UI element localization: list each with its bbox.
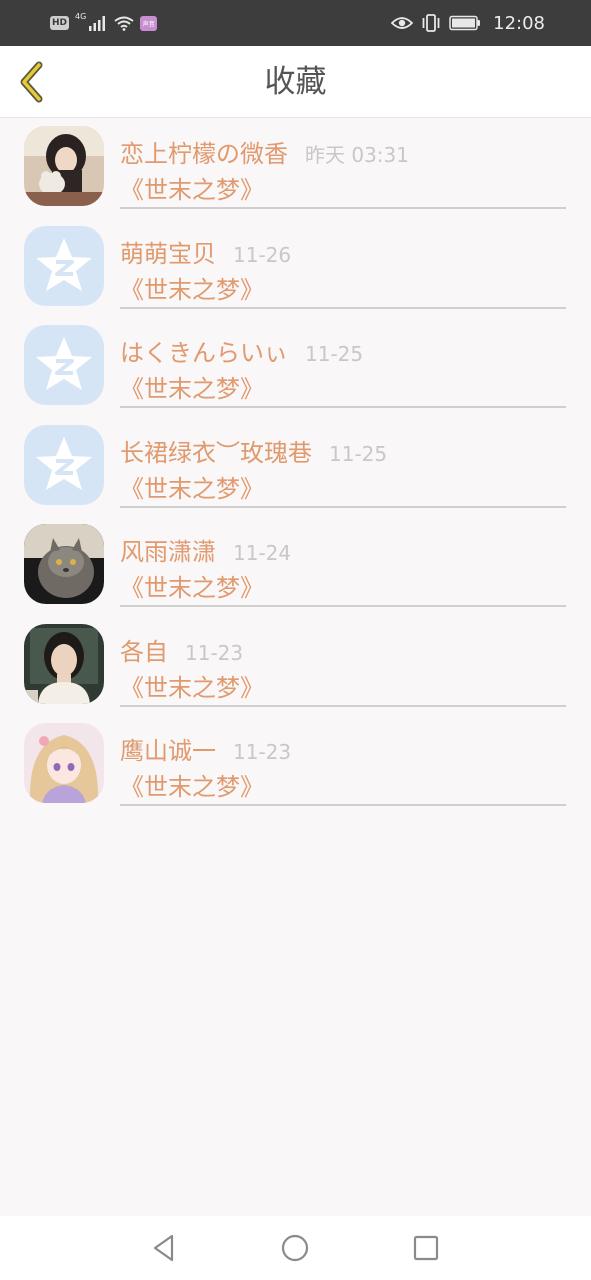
status-bar: HD 4G 声音 12:08 <box>0 0 591 46</box>
photo-girl-with-toy-avatar <box>24 126 104 206</box>
title-bar: 收藏 <box>0 46 591 118</box>
book-title[interactable]: 《世末之梦》 <box>120 668 264 703</box>
timestamp: 11-26 <box>233 242 292 267</box>
battery-icon <box>449 15 481 31</box>
system-nav-bar <box>0 1216 591 1280</box>
clock: 12:08 <box>493 12 545 34</box>
book-title[interactable]: 《世末之梦》 <box>120 469 264 504</box>
qq-default-avatar-icon <box>24 424 104 505</box>
name-row: はくきんらいぃ 11-25 <box>120 333 363 368</box>
book-title[interactable]: 《世末之梦》 <box>120 767 264 802</box>
book-title[interactable]: 《世末之梦》 <box>120 568 264 603</box>
status-right: 12:08 <box>391 13 545 34</box>
list-item[interactable]: 各自 11-23 《世末之梦》 <box>0 616 591 716</box>
avatar[interactable] <box>24 225 104 306</box>
photo-cat-avatar <box>24 524 104 604</box>
user-name[interactable]: 长裙绿衣︶玫瑰巷 <box>120 433 312 468</box>
anime-girl-illustration-avatar <box>24 723 104 803</box>
list-item[interactable]: 恋上柠檬の微香 昨天 03:31 《世末之梦》 <box>0 118 591 218</box>
user-name[interactable]: 鹰山诚一 <box>120 731 216 766</box>
nav-back-button[interactable] <box>146 1230 182 1266</box>
avatar[interactable] <box>24 524 104 604</box>
user-name[interactable]: 恋上柠檬の微香 <box>120 134 288 169</box>
avatar[interactable] <box>24 623 104 704</box>
list-item[interactable]: 风雨潇潇 11-24 《世末之梦》 <box>0 516 591 616</box>
timestamp: 11-23 <box>185 640 244 665</box>
timestamp: 11-23 <box>233 740 292 764</box>
qq-default-avatar-icon <box>24 225 104 306</box>
list-item-text: 风雨潇潇 11-24 《世末之梦》 <box>120 516 566 607</box>
nav-home-button[interactable] <box>277 1230 313 1266</box>
name-row: 萌萌宝贝 11-26 <box>120 234 291 269</box>
recents-square-icon <box>413 1235 439 1261</box>
book-title[interactable]: 《世末之梦》 <box>120 369 264 404</box>
app-notification-badge: 声音 <box>140 15 158 31</box>
network-type-label: 4G <box>75 12 87 21</box>
book-title[interactable]: 《世末之梦》 <box>120 170 264 205</box>
signal-icon <box>89 16 106 31</box>
back-triangle-icon <box>153 1234 174 1262</box>
avatar[interactable] <box>24 325 104 405</box>
photo-girl-portrait-avatar <box>24 623 104 704</box>
user-name[interactable]: 萌萌宝贝 <box>120 234 216 269</box>
list-item[interactable]: 鹰山诚一 11-23 《世末之梦》 <box>0 715 591 815</box>
favorites-list: 恋上柠檬の微香 昨天 03:31 《世末之梦》 萌萌宝贝 11-26 《世末之梦… <box>0 118 591 815</box>
eye-icon <box>391 17 414 29</box>
hd-badge: HD <box>50 16 70 30</box>
name-row: 长裙绿衣︶玫瑰巷 11-25 <box>120 433 387 468</box>
list-item-text: 鹰山诚一 11-23 《世末之梦》 <box>120 715 566 806</box>
list-item-text: 萌萌宝贝 11-26 《世末之梦》 <box>120 218 566 309</box>
nav-recents-button[interactable] <box>408 1230 444 1266</box>
name-row: 鹰山诚一 11-23 <box>120 731 291 766</box>
list-item-text: はくきんらいぃ 11-25 《世末之梦》 <box>120 317 566 408</box>
wifi-icon <box>114 16 134 31</box>
user-name[interactable]: 风雨潇潇 <box>120 532 216 567</box>
back-button[interactable] <box>10 58 54 106</box>
list-item[interactable]: はくきんらいぃ 11-25 《世末之梦》 <box>0 317 591 417</box>
book-title[interactable]: 《世末之梦》 <box>120 270 264 305</box>
user-name[interactable]: はくきんらいぃ <box>120 333 288 368</box>
page-title: 收藏 <box>264 64 327 100</box>
home-circle-icon <box>281 1234 309 1262</box>
timestamp: 11-25 <box>305 342 364 366</box>
user-name[interactable]: 各自 <box>120 632 168 667</box>
list-item[interactable]: 长裙绿衣︶玫瑰巷 11-25 《世末之梦》 <box>0 417 591 517</box>
name-row: 风雨潇潇 11-24 <box>120 532 291 567</box>
avatar[interactable] <box>24 424 104 505</box>
timestamp: 11-25 <box>329 441 388 466</box>
avatar[interactable] <box>24 126 104 206</box>
status-left: HD 4G 声音 <box>50 12 158 31</box>
qq-default-avatar-icon <box>24 325 104 405</box>
chevron-left-icon <box>20 61 43 103</box>
name-row: 恋上柠檬の微香 昨天 03:31 <box>120 134 409 169</box>
list-item-text: 长裙绿衣︶玫瑰巷 11-25 《世末之梦》 <box>120 417 566 508</box>
list-item-text: 恋上柠檬の微香 昨天 03:31 《世末之梦》 <box>120 118 566 209</box>
vibrate-icon <box>422 14 440 32</box>
list-item-text: 各自 11-23 《世末之梦》 <box>120 616 566 707</box>
name-row: 各自 11-23 <box>120 632 243 667</box>
avatar[interactable] <box>24 723 104 803</box>
list-item[interactable]: 萌萌宝贝 11-26 《世末之梦》 <box>0 218 591 318</box>
timestamp: 昨天 03:31 <box>305 143 409 167</box>
timestamp: 11-24 <box>233 541 292 565</box>
